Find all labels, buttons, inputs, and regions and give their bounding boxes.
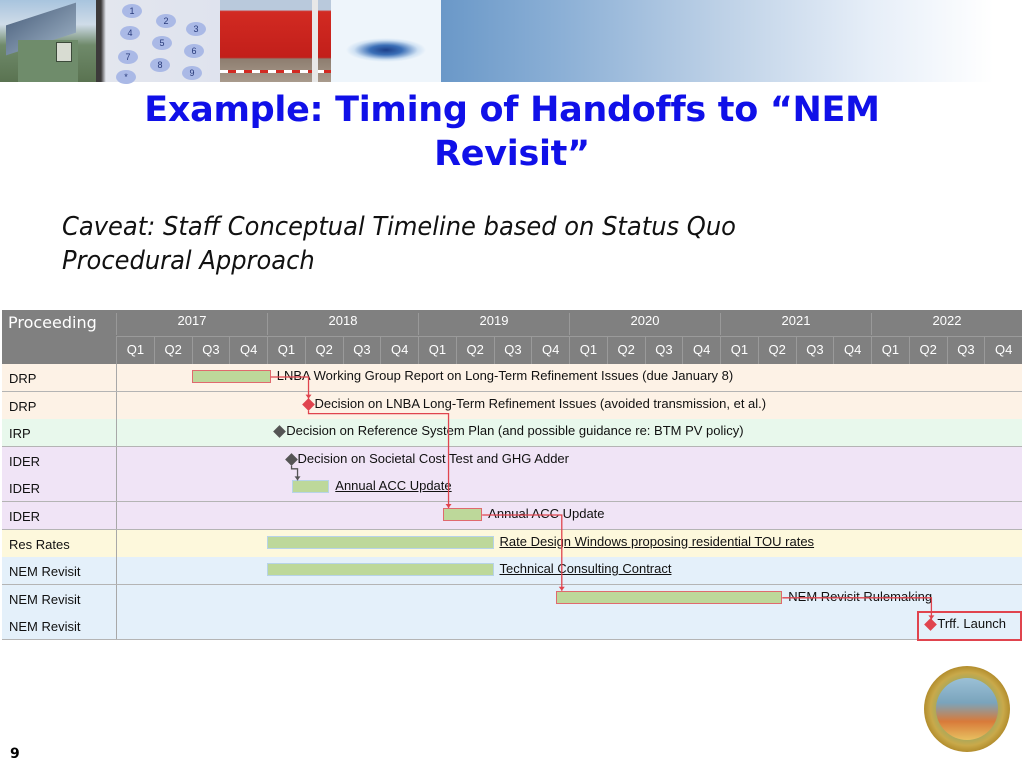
task-label: Decision on Societal Cost Test and GHG A… <box>297 450 569 466</box>
keypad-key: 7 <box>118 50 138 64</box>
proceeding-label: IDER <box>9 509 41 524</box>
caveat-line-2: Procedural Approach <box>62 246 315 276</box>
task-bar <box>267 563 494 577</box>
caveat-text: Caveat: Staff Conceptual Timeline based … <box>62 210 880 278</box>
column-divider <box>116 557 117 585</box>
task-label: Technical Consulting Contract <box>499 561 672 577</box>
quarter-label-2019-Q1: Q1 <box>418 337 456 364</box>
column-divider <box>116 364 117 391</box>
task-label: Decision on LNBA Long-Term Refinement Is… <box>314 395 767 411</box>
task-label: Annual ACC Update <box>488 506 605 521</box>
year-label-2019: 2019 <box>418 313 569 335</box>
year-label-2022: 2022 <box>871 313 1022 335</box>
quarter-label-2019-Q2: Q2 <box>455 337 494 364</box>
task-bar <box>291 480 330 494</box>
quarter-label-2022-Q1: Q1 <box>871 337 909 364</box>
quarter-label-2018-Q2: Q2 <box>304 337 343 364</box>
task-bar <box>191 370 271 383</box>
quarter-label-2017-Q1: Q1 <box>116 337 154 364</box>
quarter-label-2017-Q3: Q3 <box>191 337 230 364</box>
quarter-label-2021-Q3: Q3 <box>795 337 834 364</box>
quarter-label-2017-Q2: Q2 <box>153 337 192 364</box>
quarter-label-2020-Q1: Q1 <box>569 337 607 364</box>
proceeding-label: DRP <box>9 371 37 386</box>
proceeding-label: IRP <box>9 426 31 442</box>
water-drop-photo <box>331 0 441 82</box>
keypad-key: 2 <box>156 14 176 28</box>
quarter-label-2021-Q1: Q1 <box>720 337 758 364</box>
column-divider <box>116 502 117 529</box>
proceeding-label: NEM Revisit <box>9 591 81 607</box>
task-label: LNBA Working Group Report on Long-Term R… <box>276 368 734 383</box>
keypad-key: 9 <box>182 66 202 80</box>
gantt-row: NEM Revisit <box>2 612 1022 641</box>
crossing-pole <box>312 0 318 82</box>
quarter-label-2018-Q1: Q1 <box>267 337 305 364</box>
keypad-key: 1 <box>122 4 142 18</box>
caveat-line-1: Caveat: Staff Conceptual Timeline based … <box>62 212 736 242</box>
proceeding-header: Proceeding <box>8 313 97 332</box>
proceeding-label: IDER <box>9 481 41 497</box>
task-bar <box>555 590 783 604</box>
column-divider <box>116 529 117 557</box>
page-number: 9 <box>10 746 20 762</box>
keypad-key: 4 <box>120 26 140 40</box>
quarter-label-2022-Q3: Q3 <box>946 337 985 364</box>
quarter-label-2018-Q3: Q3 <box>342 337 381 364</box>
quarter-label-2022-Q2: Q2 <box>908 337 947 364</box>
chart-header: Proceeding 2017 Q1 Q2 Q3 Q4 2018 Q1 Q2 Q3 Q4 2019 Q… <box>2 310 1022 364</box>
house-solar-photo <box>0 0 96 82</box>
column-divider <box>116 474 117 502</box>
proceeding-label: Res Rates <box>9 536 70 552</box>
keypad-key: 8 <box>150 58 170 72</box>
quarter-label-2020-Q2: Q2 <box>606 337 645 364</box>
column-divider <box>116 391 117 419</box>
column-divider <box>116 446 117 474</box>
slide-title: Example: Timing of Handoffs to “NEM Revi… <box>144 90 880 174</box>
keypad-key: * <box>116 70 136 84</box>
gantt-row: IDER <box>2 474 1022 503</box>
quarter-label-2017-Q4: Q4 <box>229 337 267 364</box>
seal-center <box>936 678 998 740</box>
quarter-label-2021-Q4: Q4 <box>833 337 871 364</box>
phone-keypad-photo: 1 2 3 4 5 6 7 8 9 * <box>96 0 220 84</box>
task-label: NEM Revisit Rulemaking <box>788 588 933 604</box>
keypad-key: 6 <box>184 44 204 58</box>
proceeding-label: IDER <box>9 453 41 469</box>
quarter-label-2019-Q3: Q3 <box>493 337 532 364</box>
proceeding-label: DRP <box>9 398 37 414</box>
cpuc-seal <box>924 666 1010 752</box>
proceeding-label: NEM Revisit <box>9 619 81 635</box>
column-divider <box>116 419 117 447</box>
year-label-2017: 2017 <box>116 313 267 335</box>
year-label-2020: 2020 <box>569 313 720 335</box>
column-divider <box>116 584 117 612</box>
year-label-2021: 2021 <box>720 313 871 335</box>
house-window <box>56 42 72 62</box>
train-crossing-photo <box>220 0 331 82</box>
gantt-chart: Proceeding 2017 Q1 Q2 Q3 Q4 2018 Q1 Q2 Q3 Q4 2019 Q… <box>2 310 1022 642</box>
keypad-key: 5 <box>152 36 172 50</box>
column-divider <box>116 612 117 640</box>
task-label: Rate Design Windows proposing residentia… <box>499 533 815 549</box>
quarter-label-2020-Q3: Q3 <box>644 337 683 364</box>
task-label: Decision on Reference System Plan (and p… <box>286 423 744 439</box>
quarter-label-2020-Q4: Q4 <box>682 337 720 364</box>
task-bar <box>442 508 483 521</box>
quarter-label-2018-Q4: Q4 <box>380 337 418 364</box>
quarter-label-2019-Q4: Q4 <box>531 337 569 364</box>
quarter-label-2022-Q4: Q4 <box>984 337 1022 364</box>
proceeding-label: NEM Revisit <box>9 564 81 580</box>
quarter-label-2021-Q2: Q2 <box>757 337 796 364</box>
task-label: Annual ACC Update <box>335 478 452 494</box>
year-label-2018: 2018 <box>267 313 418 335</box>
keypad-key: 3 <box>186 22 206 36</box>
task-label: Trff. Launch <box>937 616 1007 632</box>
task-bar <box>267 535 494 549</box>
